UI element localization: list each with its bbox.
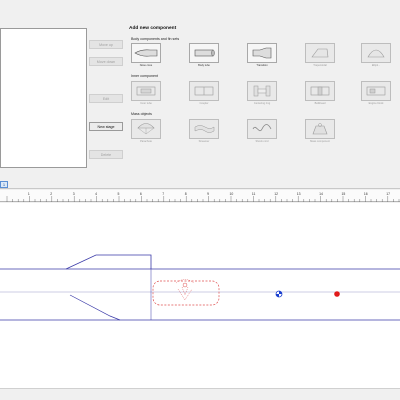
mass-component-label: Mass component — [310, 140, 330, 143]
ruler-label: 10 — [230, 192, 234, 196]
streamer-button[interactable]: Streamer — [189, 119, 219, 147]
body-group-label: Body components and fin sets — [131, 37, 180, 41]
component-tree[interactable] — [0, 28, 87, 168]
nose-cone-label: Nose cone — [139, 64, 153, 67]
add-component-title: Add new component — [129, 26, 177, 31]
parachute-lines — [175, 279, 195, 301]
transition-label: Transition — [256, 64, 268, 67]
parachute-icon — [137, 123, 155, 135]
ruler-label: 11 — [252, 192, 256, 196]
bulkhead-icon — [310, 86, 330, 96]
fin-top — [65, 254, 152, 270]
mass-component-icon — [312, 123, 328, 135]
move-up-button[interactable]: Move up — [89, 40, 123, 49]
ruler-label: 3 — [73, 192, 75, 196]
delete-button[interactable]: Delete — [89, 150, 123, 159]
tab-1[interactable]: 1 — [0, 181, 8, 188]
engine-block-icon — [366, 86, 386, 96]
elliptical-fin-button[interactable]: Ellipti... — [361, 43, 391, 71]
centering-ring-icon — [253, 85, 271, 97]
new-stage-button[interactable]: New stage — [89, 122, 123, 131]
body-tube-button[interactable]: Body tube — [189, 43, 219, 71]
ruler-label: 15 — [342, 192, 346, 196]
inner-group-label: Inner component — [131, 74, 158, 78]
nose-cone-button[interactable]: Nose cone — [131, 43, 161, 71]
nose-cone-icon — [134, 49, 158, 57]
bulkhead-label: Bulkhead — [314, 102, 326, 105]
streamer-icon — [194, 125, 215, 133]
trapezoidal-fin-button[interactable]: Trapezoidal — [305, 43, 335, 71]
trapezoidal-fin-icon — [311, 48, 329, 58]
ruler-label: 9 — [207, 192, 209, 196]
parachute-label: Parachute — [140, 140, 152, 143]
ruler-scale: 123456789101112131415161718 — [6, 192, 400, 202]
status-bar — [0, 388, 400, 400]
ruler: 123456789101112131415161718 — [0, 190, 400, 202]
inner-tube-button[interactable]: Inner tube — [131, 81, 161, 109]
rocket-design-canvas[interactable] — [0, 203, 400, 388]
parachute-button[interactable]: Parachute — [131, 119, 161, 147]
ruler-label: 13 — [297, 192, 301, 196]
ruler-label: 8 — [185, 192, 187, 196]
coupler-button[interactable]: Coupler — [189, 81, 219, 109]
mass-component-button[interactable]: Mass component — [305, 119, 335, 147]
transition-button[interactable]: Transition — [247, 43, 277, 71]
trapezoidal-fin-label: Trapezoidal — [313, 64, 327, 67]
ruler-label: 7 — [162, 192, 164, 196]
ruler-label: 4 — [95, 192, 97, 196]
move-down-button[interactable]: Move down — [89, 57, 123, 66]
cp-marker — [334, 291, 340, 297]
view-tab-strip — [0, 180, 400, 189]
parachute-canopy-mark — [182, 282, 188, 288]
rocket-figure — [0, 254, 400, 321]
ruler-label: 6 — [140, 192, 142, 196]
fin-bottom — [69, 294, 121, 321]
shock-cord-button[interactable]: Shock cord — [247, 119, 277, 147]
engine-block-button[interactable]: Engine block — [361, 81, 391, 109]
ruler-label: 16 — [364, 192, 368, 196]
coupler-icon — [194, 86, 214, 96]
centering-ring-label: Centering ring — [253, 102, 271, 105]
shock-cord-label: Shock cord — [255, 140, 269, 143]
ruler-label: 2 — [50, 192, 52, 196]
edit-button[interactable]: Edit — [89, 94, 123, 103]
ruler-label: 14 — [319, 192, 323, 196]
inner-tube-icon — [136, 86, 156, 96]
ruler-label: 12 — [274, 192, 278, 196]
ruler-label: 5 — [118, 192, 120, 196]
engine-block-label: Engine block — [368, 102, 384, 105]
cg-marker — [275, 290, 283, 298]
inner-tube-label: Inner tube — [140, 102, 152, 105]
transition-icon — [252, 47, 272, 59]
bulkhead-button[interactable]: Bulkhead — [305, 81, 335, 109]
shock-cord-icon — [252, 124, 272, 132]
elliptical-fin-icon — [367, 49, 385, 58]
mass-group-label: Mass objects — [131, 112, 152, 116]
body-tube-label: Body tube — [198, 64, 210, 67]
ruler-label: 17 — [386, 192, 390, 196]
coupler-label: Coupler — [199, 102, 209, 105]
elliptical-fin-label: Ellipti... — [371, 64, 381, 67]
streamer-label: Streamer — [198, 140, 210, 143]
body-tube-icon — [194, 49, 215, 57]
centering-ring-button[interactable]: Centering ring — [247, 81, 277, 109]
ruler-label: 1 — [28, 192, 30, 196]
